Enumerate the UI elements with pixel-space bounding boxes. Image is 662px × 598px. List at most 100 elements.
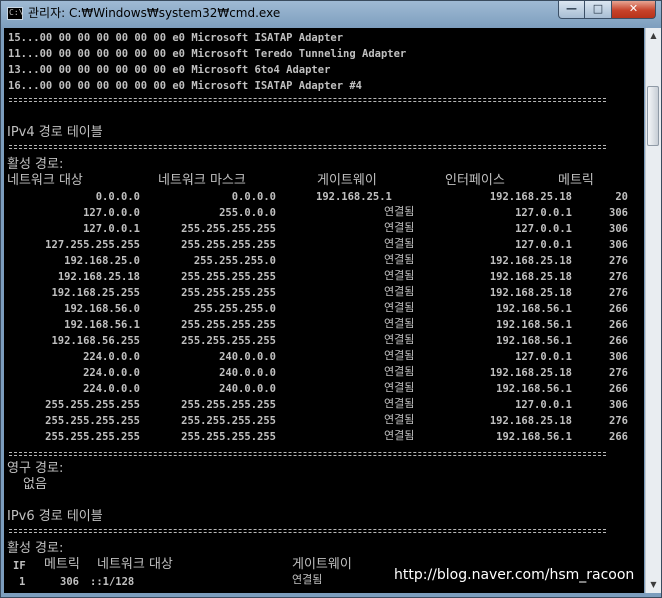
route-netmask: 255.255.255.255 — [181, 271, 276, 283]
route-interface: 192.168.25.18 — [489, 271, 572, 283]
route-destination: 192.168.25.18 — [57, 271, 140, 283]
scroll-down-arrow-icon[interactable]: ▼ — [646, 577, 661, 593]
scroll-thumb[interactable] — [647, 86, 659, 146]
route-gateway: 연결됨 — [384, 333, 415, 346]
route-netmask: 255.255.255.0 — [193, 303, 276, 315]
route-netmask: 0.0.0.0 — [231, 191, 276, 203]
route-netmask: 240.0.0.0 — [219, 367, 276, 379]
title-bar[interactable]: C:\ 관리자: C:₩Windows₩system32₩cmd.exe — □… — [1, 1, 661, 27]
route-gateway: 연결됨 — [384, 397, 415, 410]
route-netmask: 255.255.255.255 — [181, 431, 276, 443]
route-metric: 276 — [609, 367, 628, 379]
route-metric: 306 — [609, 351, 628, 363]
route-destination: 127.0.0.1 — [83, 223, 140, 235]
interface-line: 16...00 00 00 00 00 00 00 e0 Microsoft I… — [8, 80, 363, 92]
ipv6-route-if: 1 — [19, 576, 26, 588]
route-gateway: 연결됨 — [384, 381, 415, 394]
route-gateway: 연결됨 — [384, 221, 415, 234]
ipv6-route-metric: 306 — [60, 576, 79, 588]
route-gateway: 연결됨 — [384, 205, 415, 218]
route-gateway: 연결됨 — [384, 349, 415, 362]
window-title: 관리자: C:₩Windows₩system32₩cmd.exe — [28, 6, 281, 20]
route-destination: 224.0.0.0 — [83, 351, 140, 363]
route-metric: 266 — [609, 431, 628, 443]
route-gateway: 연결됨 — [384, 317, 415, 330]
header-metric: 메트릭 — [558, 173, 594, 188]
ipv6-header-if: IF — [13, 560, 26, 572]
route-metric: 266 — [609, 335, 628, 347]
interface-line: 15...00 00 00 00 00 00 00 e0 Microsoft I… — [8, 32, 344, 44]
route-netmask: 255.255.255.255 — [181, 399, 276, 411]
separator — [9, 145, 606, 149]
cmd-icon[interactable]: C:\ — [7, 7, 23, 20]
route-interface: 127.0.0.1 — [515, 399, 572, 411]
persistent-routes-value: 없음 — [23, 477, 47, 492]
header-dest: 네트워크 대상 — [7, 173, 83, 188]
route-gateway: 연결됨 — [384, 253, 415, 266]
route-destination: 0.0.0.0 — [95, 191, 140, 203]
maximize-button[interactable]: □ — [585, 1, 612, 19]
separator — [9, 452, 606, 456]
header-interface: 인터페이스 — [445, 173, 505, 188]
ipv6-header-gateway: 게이트웨이 — [292, 557, 352, 572]
interface-line: 13...00 00 00 00 00 00 00 e0 Microsoft 6… — [8, 64, 331, 76]
ipv4-heading: IPv4 경로 테이블 — [7, 125, 103, 140]
ipv6-active-label: 활성 경로: — [7, 541, 64, 556]
route-interface: 192.168.56.1 — [496, 303, 572, 315]
route-destination: 224.0.0.0 — [83, 367, 140, 379]
ipv6-header-dest: 네트워크 대상 — [97, 557, 173, 572]
route-netmask: 240.0.0.0 — [219, 383, 276, 395]
close-button[interactable]: ✕ — [612, 1, 656, 19]
minimize-button[interactable]: — — [558, 1, 585, 19]
route-gateway: 연결됨 — [384, 413, 415, 426]
header-mask: 네트워크 마스크 — [158, 173, 246, 188]
route-gateway: 192.168.25.1 — [316, 191, 392, 203]
route-netmask: 240.0.0.0 — [219, 351, 276, 363]
route-metric: 266 — [609, 303, 628, 315]
persistent-routes-label: 영구 경로: — [7, 461, 64, 476]
route-gateway: 연결됨 — [384, 285, 415, 298]
separator — [9, 529, 606, 533]
ipv6-header-metric: 메트릭 — [44, 557, 80, 572]
cmd-window: C:\ 관리자: C:₩Windows₩system32₩cmd.exe — □… — [0, 0, 662, 598]
route-metric: 20 — [615, 191, 628, 203]
scroll-up-arrow-icon[interactable]: ▲ — [646, 28, 661, 44]
route-metric: 266 — [609, 383, 628, 395]
console-output[interactable]: 15...00 00 00 00 00 00 00 e0 Microsoft I… — [4, 28, 644, 593]
route-gateway: 연결됨 — [384, 365, 415, 378]
route-destination: 192.168.25.0 — [64, 255, 140, 267]
vertical-scrollbar[interactable]: ▲ ▼ — [645, 28, 661, 593]
route-interface: 192.168.56.1 — [496, 383, 572, 395]
close-icon: ✕ — [628, 2, 639, 15]
separator — [9, 98, 606, 102]
route-destination: 224.0.0.0 — [83, 383, 140, 395]
route-interface: 192.168.25.18 — [489, 415, 572, 427]
header-gateway: 게이트웨이 — [317, 173, 377, 188]
route-destination: 192.168.25.255 — [51, 287, 140, 299]
route-netmask: 255.255.255.255 — [181, 319, 276, 331]
window-controls: — □ ✕ — [558, 1, 656, 19]
watermark-url: http://blog.naver.com/hsm_racoon — [394, 567, 635, 583]
route-destination: 192.168.56.1 — [64, 319, 140, 331]
route-metric: 276 — [609, 415, 628, 427]
route-destination: 127.255.255.255 — [45, 239, 140, 251]
route-interface: 192.168.25.18 — [489, 287, 572, 299]
ipv6-route-gateway: 연결됨 — [292, 573, 323, 586]
route-gateway: 연결됨 — [384, 429, 415, 442]
interface-line: 11...00 00 00 00 00 00 00 e0 Microsoft T… — [8, 48, 407, 60]
route-interface: 127.0.0.1 — [515, 239, 572, 251]
route-destination: 192.168.56.255 — [51, 335, 140, 347]
route-destination: 192.168.56.0 — [64, 303, 140, 315]
route-metric: 276 — [609, 271, 628, 283]
route-interface: 192.168.56.1 — [496, 431, 572, 443]
route-interface: 127.0.0.1 — [515, 351, 572, 363]
route-interface: 192.168.56.1 — [496, 335, 572, 347]
ipv4-active-label: 활성 경로: — [7, 157, 64, 172]
route-metric: 306 — [609, 207, 628, 219]
route-gateway: 연결됨 — [384, 301, 415, 314]
route-metric: 306 — [609, 399, 628, 411]
route-interface: 127.0.0.1 — [515, 207, 572, 219]
route-destination: 255.255.255.255 — [45, 399, 140, 411]
route-metric: 276 — [609, 287, 628, 299]
route-netmask: 255.255.255.255 — [181, 335, 276, 347]
